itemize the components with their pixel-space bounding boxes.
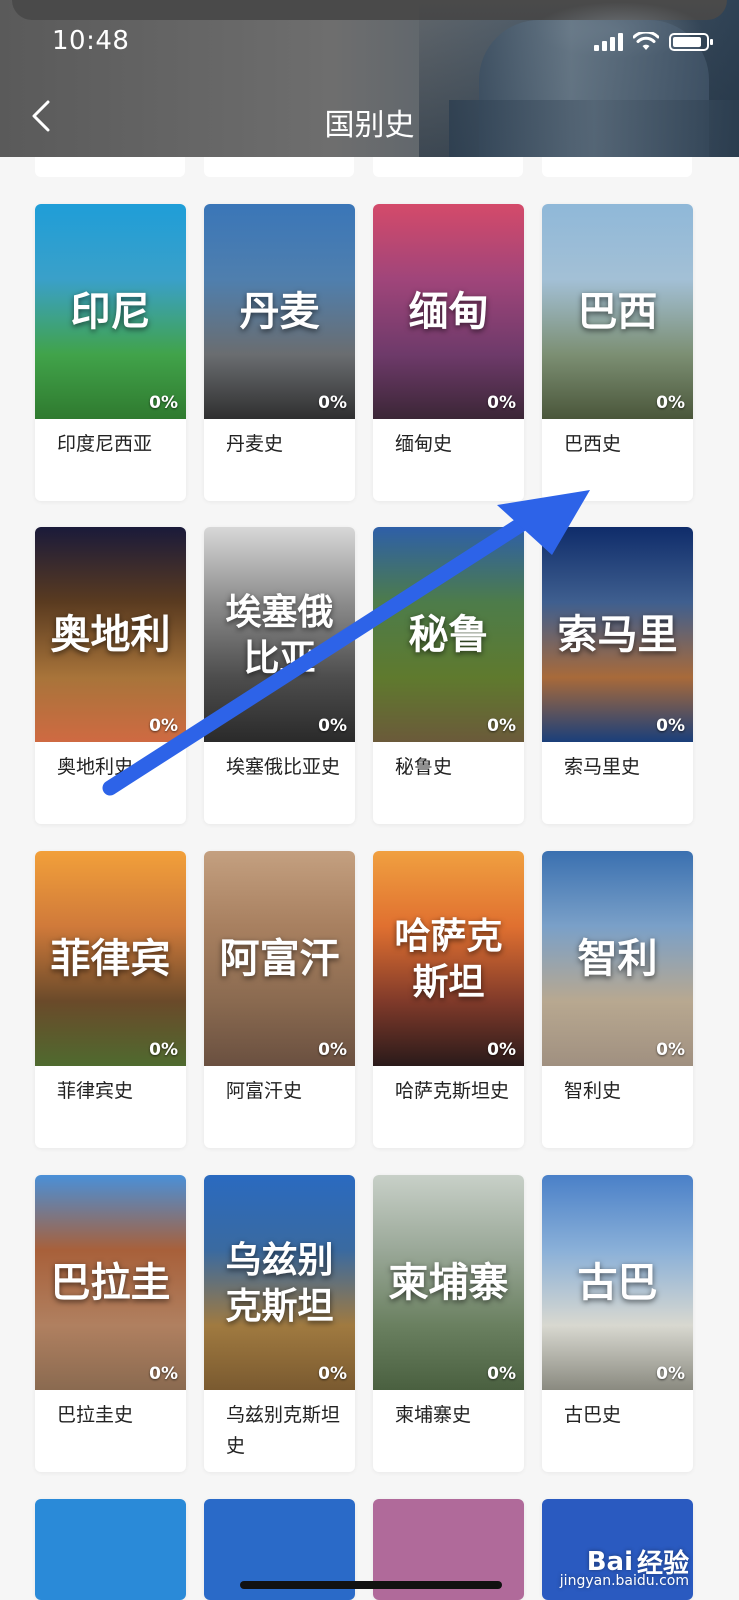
country-card[interactable]: 智利 0% 智利史 xyxy=(542,851,693,1148)
progress-percent: 0% xyxy=(318,1364,347,1384)
card-thumbnail: 印尼 0% xyxy=(35,204,186,419)
card-title: 索马里史 xyxy=(564,756,641,778)
status-time: 10:48 xyxy=(52,26,130,56)
card-thumbnail: 丹麦 0% xyxy=(204,204,355,419)
progress-percent: 0% xyxy=(656,716,685,736)
country-card[interactable]: 乌兹别克斯坦 0% 乌兹别克斯坦史 xyxy=(204,1175,355,1472)
card-thumbnail: 阿富汗 0% xyxy=(204,851,355,1066)
previous-row-card[interactable] xyxy=(373,157,523,177)
status-icons xyxy=(594,32,713,52)
previous-row-card[interactable] xyxy=(35,157,185,177)
card-title: 丹麦史 xyxy=(226,433,284,455)
progress-percent: 0% xyxy=(656,1040,685,1060)
thumbnail-label: 柬埔寨 xyxy=(388,1258,509,1306)
card-thumbnail: 埃塞俄比亚 0% xyxy=(204,527,355,742)
progress-percent: 0% xyxy=(149,716,178,736)
progress-percent: 0% xyxy=(318,393,347,413)
country-history-grid: 印尼 0% 印度尼西亚 丹麦 0% 丹麦史 缅甸 0% 缅甸史 巴西 0% 巴西史奥地利 0% 奥地利史 埃… xyxy=(0,157,739,1600)
progress-percent: 0% xyxy=(149,1040,178,1060)
card-thumbnail: 古巴 0% xyxy=(542,1175,693,1390)
home-indicator[interactable] xyxy=(240,1581,502,1589)
thumbnail-label: 秘鲁 xyxy=(408,610,489,658)
card-title: 奥地利史 xyxy=(57,756,134,778)
progress-percent: 0% xyxy=(318,1040,347,1060)
country-card[interactable]: 秘鲁 0% 秘鲁史 xyxy=(373,527,524,824)
progress-percent: 0% xyxy=(149,1364,178,1384)
thumbnail-label: 古巴 xyxy=(577,1258,658,1306)
thumbnail-label: 索马里 xyxy=(557,610,678,658)
card-thumbnail: 智利 0% xyxy=(542,851,693,1066)
card-title: 秘鲁史 xyxy=(395,756,453,778)
country-card[interactable]: 埃塞俄比亚 0% 埃塞俄比亚史 xyxy=(204,527,355,824)
card-title: 巴西史 xyxy=(564,433,622,455)
country-card[interactable]: 巴拉圭 0% 巴拉圭史 xyxy=(35,1175,186,1472)
page-title: 国别史 xyxy=(324,108,415,143)
card-title: 柬埔寨史 xyxy=(395,1404,472,1426)
previous-row-card[interactable] xyxy=(542,157,692,177)
card-thumbnail: 索马里 0% xyxy=(542,527,693,742)
progress-percent: 0% xyxy=(318,716,347,736)
thumbnail-label: 阿富汗 xyxy=(219,934,340,982)
progress-percent: 0% xyxy=(656,1364,685,1384)
card-title: 印度尼西亚 xyxy=(57,433,153,455)
card-title: 古巴史 xyxy=(564,1404,622,1426)
card-title: 智利史 xyxy=(564,1080,622,1102)
thumbnail-label: 乌兹别克斯坦 xyxy=(225,1238,334,1327)
progress-percent: 0% xyxy=(487,716,516,736)
card-thumbnail: 哈萨克斯坦 0% xyxy=(373,851,524,1066)
card-thumbnail: 缅甸 0% xyxy=(373,204,524,419)
country-card[interactable]: 菲律宾 0% 菲律宾史 xyxy=(35,851,186,1148)
thumbnail-label: 缅甸 xyxy=(408,287,489,335)
thumbnail-label: 智利 xyxy=(577,934,658,982)
thumbnail-label: 巴拉圭 xyxy=(50,1258,171,1306)
country-card[interactable]: 柬埔寨 0% 柬埔寨史 xyxy=(373,1175,524,1472)
progress-percent: 0% xyxy=(487,1364,516,1384)
thumbnail-label: 埃塞俄比亚 xyxy=(225,590,334,679)
country-card[interactable]: 索马里 0% 索马里史 xyxy=(542,527,693,824)
thumbnail-label: 印尼 xyxy=(70,287,151,335)
card-thumbnail: 巴拉圭 0% xyxy=(35,1175,186,1390)
country-card-partial[interactable] xyxy=(35,1499,186,1600)
card-title: 埃塞俄比亚史 xyxy=(226,756,341,778)
country-card[interactable]: 巴西 0% 巴西史 xyxy=(542,204,693,501)
country-card[interactable]: 古巴 0% 古巴史 xyxy=(542,1175,693,1472)
thumbnail-label: 菲律宾 xyxy=(50,934,171,982)
progress-percent: 0% xyxy=(487,1040,516,1060)
card-thumbnail: 菲律宾 0% xyxy=(35,851,186,1066)
thumbnail-label: 奥地利 xyxy=(50,610,171,658)
card-title: 缅甸史 xyxy=(395,433,453,455)
card-thumbnail: 巴西 0% xyxy=(542,204,693,419)
card-thumbnail: 奥地利 0% xyxy=(35,527,186,742)
card-title: 乌兹别克斯坦史 xyxy=(226,1404,341,1457)
signal-icon xyxy=(594,33,623,51)
thumbnail-label: 巴西 xyxy=(577,287,658,335)
wifi-icon xyxy=(633,32,659,50)
card-title: 菲律宾史 xyxy=(57,1080,134,1102)
progress-percent: 0% xyxy=(149,393,178,413)
card-thumbnail: 秘鲁 0% xyxy=(373,527,524,742)
card-title: 巴拉圭史 xyxy=(57,1404,134,1426)
battery-icon xyxy=(669,33,713,51)
country-card[interactable]: 阿富汗 0% 阿富汗史 xyxy=(204,851,355,1148)
card-thumbnail: 柬埔寨 0% xyxy=(373,1175,524,1390)
country-card[interactable]: 印尼 0% 印度尼西亚 xyxy=(35,204,186,501)
thumbnail-label: 丹麦 xyxy=(239,287,320,335)
card-title: 阿富汗史 xyxy=(226,1080,303,1102)
country-card[interactable]: 缅甸 0% 缅甸史 xyxy=(373,204,524,501)
header-bar: 10:48 国别史 xyxy=(0,0,739,157)
country-card[interactable]: 奥地利 0% 奥地利史 xyxy=(35,527,186,824)
progress-percent: 0% xyxy=(656,393,685,413)
previous-row-card[interactable] xyxy=(204,157,354,177)
card-thumbnail: 乌兹别克斯坦 0% xyxy=(204,1175,355,1390)
country-card[interactable]: 哈萨克斯坦 0% 哈萨克斯坦史 xyxy=(373,851,524,1148)
baidu-watermark: Bai 经验 jingyan.baidu.com xyxy=(559,1546,689,1590)
thumbnail-label: 哈萨克斯坦 xyxy=(394,914,503,1003)
country-card[interactable]: 丹麦 0% 丹麦史 xyxy=(204,204,355,501)
progress-percent: 0% xyxy=(487,393,516,413)
card-title: 哈萨克斯坦史 xyxy=(395,1080,510,1102)
